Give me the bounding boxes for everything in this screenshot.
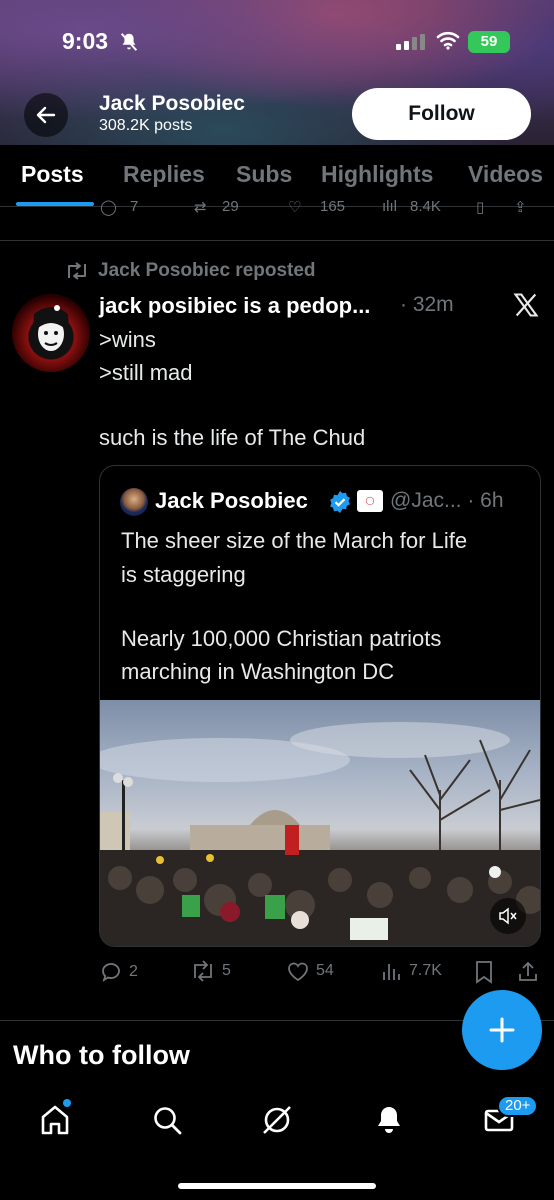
profile-name: Jack Posobiec bbox=[99, 92, 245, 115]
messages-badge: 20+ bbox=[497, 1095, 539, 1117]
profile-post-count: 308.2K posts bbox=[99, 117, 193, 134]
affiliation-badge: ◯ bbox=[357, 490, 383, 512]
heart-icon[interactable]: ♡ bbox=[288, 200, 301, 216]
bookmark-icon bbox=[476, 961, 492, 984]
follow-button[interactable]: Follow bbox=[352, 88, 531, 140]
bar-chart-icon bbox=[383, 964, 400, 980]
tab-subs[interactable]: Subs bbox=[236, 161, 292, 188]
repost-count: 5 bbox=[222, 962, 231, 979]
prev-repost-count: 29 bbox=[222, 200, 239, 215]
quoted-text-line: marching in Washington DC bbox=[121, 659, 395, 684]
who-to-follow-heading: Who to follow bbox=[13, 1040, 190, 1070]
previous-tweet-actions: ◯ 7 ⇄ 29 ♡ 165 ılıl 8.4K ▯ ⇪ bbox=[0, 200, 554, 218]
arrow-left-icon bbox=[36, 106, 56, 124]
reply-button[interactable]: 2 bbox=[99, 960, 138, 984]
x-logo-icon bbox=[513, 293, 539, 317]
prev-reply-count: 7 bbox=[130, 200, 139, 215]
status-time: 9:03 bbox=[62, 28, 109, 54]
video-thumbnail[interactable] bbox=[100, 700, 540, 946]
bell-slash-icon bbox=[120, 33, 138, 51]
signal-icon bbox=[396, 34, 425, 50]
share-icon[interactable]: ⇪ bbox=[514, 200, 527, 216]
repost-indicator[interactable]: Jack Posobiec reposted bbox=[64, 260, 316, 282]
tab-highlights[interactable]: Highlights bbox=[321, 161, 433, 188]
like-count: 54 bbox=[316, 962, 334, 979]
avatar-image bbox=[32, 305, 70, 352]
battery-indicator: 59 bbox=[468, 31, 510, 53]
quoted-author-name: Jack Posobiec bbox=[155, 488, 308, 513]
profile-header: 9:03 59 Jack Posobiec 308.2K posts Follo… bbox=[0, 0, 554, 145]
reply-count: 2 bbox=[129, 963, 138, 980]
home-icon[interactable] bbox=[38, 1103, 72, 1137]
speaker-muted-icon bbox=[499, 907, 517, 925]
repost-icon bbox=[68, 262, 86, 280]
grok-icon[interactable] bbox=[260, 1103, 294, 1137]
profile-tabs: Posts Replies Subs Highlights Videos bbox=[0, 145, 554, 207]
quoted-text-line: Nearly 100,000 Christian patriots bbox=[121, 626, 442, 651]
bookmark-button[interactable] bbox=[474, 960, 494, 984]
quoted-handle-time: @Jac... · 6h bbox=[390, 489, 504, 512]
quoted-author-avatar bbox=[120, 488, 148, 516]
share-button[interactable] bbox=[516, 960, 540, 984]
bookmark-icon[interactable]: ▯ bbox=[476, 200, 484, 216]
verified-badge-icon bbox=[330, 491, 350, 513]
repost-button[interactable]: 5 bbox=[190, 960, 231, 982]
tab-posts[interactable]: Posts bbox=[21, 161, 84, 188]
search-icon[interactable] bbox=[150, 1103, 184, 1137]
like-button[interactable]: 54 bbox=[286, 960, 334, 982]
reply-icon bbox=[102, 963, 120, 983]
tab-replies[interactable]: Replies bbox=[123, 161, 205, 188]
tweet-text-line: such is the life of The Chud bbox=[99, 425, 366, 450]
prev-like-count: 165 bbox=[320, 200, 346, 215]
view-count: 7.7K bbox=[409, 962, 442, 979]
quoted-tweet[interactable]: Jack Posobiec ◯ @Jac... · 6h The sheer s… bbox=[99, 465, 541, 947]
plus-icon bbox=[489, 1017, 515, 1043]
divider bbox=[0, 240, 554, 241]
crowd-scene-image bbox=[100, 722, 540, 946]
views-button[interactable]: 7.7K bbox=[381, 960, 442, 982]
notification-dot bbox=[63, 1099, 71, 1107]
prev-view-count: 8.4K bbox=[410, 200, 441, 215]
share-icon bbox=[519, 961, 537, 981]
tweet-text-line: >still mad bbox=[99, 360, 193, 385]
quoted-text-line: The sheer size of the March for Life bbox=[121, 528, 468, 553]
compose-post-button[interactable] bbox=[462, 990, 542, 1070]
repost-icon[interactable]: ⇄ bbox=[194, 200, 207, 216]
heart-icon bbox=[288, 962, 308, 982]
home-indicator bbox=[178, 1183, 376, 1189]
tweet-author-name[interactable]: jack posibiec is a pedop... bbox=[99, 293, 370, 319]
wifi-icon bbox=[436, 31, 460, 50]
views-icon[interactable]: ılıl bbox=[382, 200, 397, 215]
tab-videos[interactable]: Videos bbox=[468, 161, 543, 188]
reply-icon[interactable]: ◯ bbox=[100, 200, 117, 216]
tweet-timestamp: · 32m bbox=[400, 293, 454, 316]
tweet-text-line: >wins bbox=[99, 327, 156, 352]
mute-button[interactable] bbox=[490, 898, 526, 934]
back-button[interactable] bbox=[24, 93, 68, 137]
bell-icon[interactable] bbox=[372, 1103, 406, 1137]
repost-icon bbox=[194, 960, 212, 982]
quoted-text-line: is staggering bbox=[121, 562, 246, 587]
repost-label: Jack Posobiec reposted bbox=[98, 260, 316, 281]
avatar[interactable] bbox=[12, 294, 90, 372]
